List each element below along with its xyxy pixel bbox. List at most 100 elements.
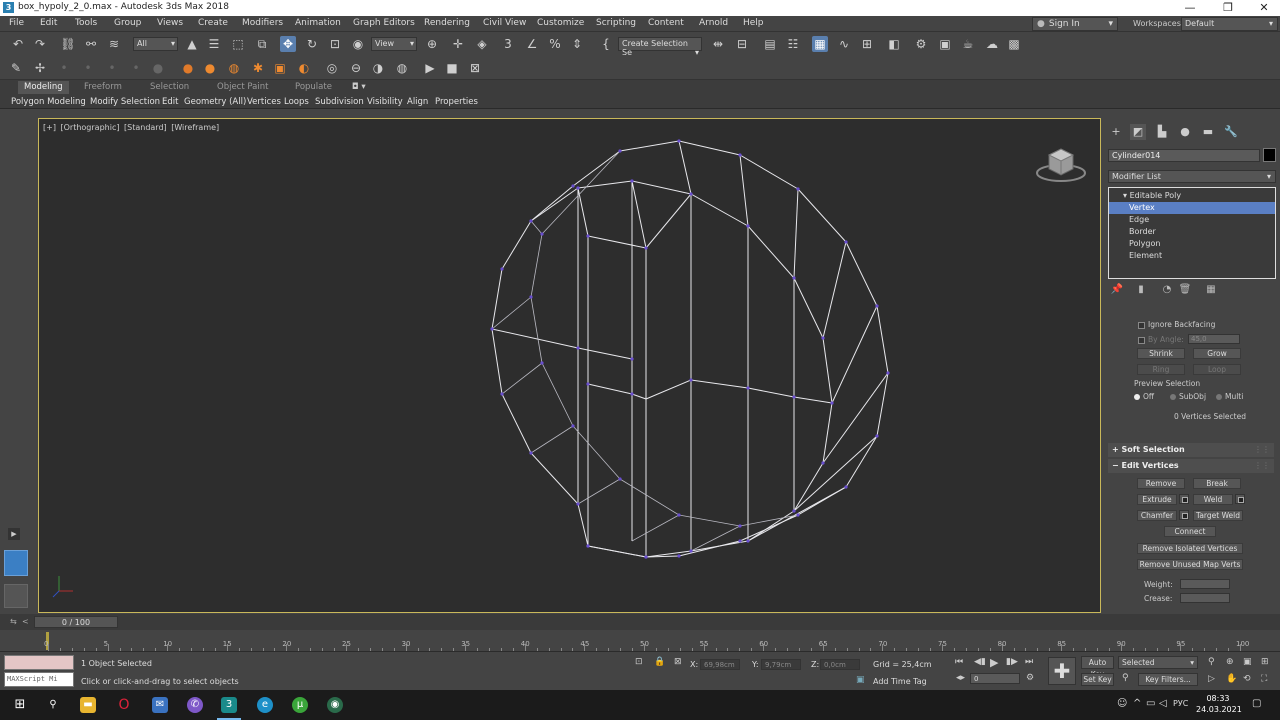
named-selection-dropdown[interactable]: Create Selection Se ▾	[618, 37, 702, 57]
crease-spinner[interactable]	[1180, 593, 1230, 603]
mesh-vertex[interactable]	[792, 509, 796, 513]
object-color-swatch[interactable]	[1263, 148, 1276, 162]
show-end-result-icon[interactable]: ▮	[1134, 284, 1148, 298]
viber-icon[interactable]: ✆	[187, 697, 203, 713]
tray-expand-icon[interactable]: ^	[1133, 698, 1141, 709]
schematic-view-icon[interactable]: ⊞	[859, 36, 875, 52]
time-slider[interactable]: 0 / 100	[34, 616, 118, 628]
prev-key-icon[interactable]: ◀▮	[974, 657, 986, 667]
mesh-vertex[interactable]	[529, 295, 533, 299]
stack-polygon[interactable]: Polygon	[1109, 238, 1275, 250]
mesh-vertex[interactable]	[830, 401, 834, 405]
menu-edit[interactable]: Edit	[40, 18, 57, 28]
make-unique-icon[interactable]: ◔	[1160, 284, 1174, 298]
menu-graph-editors[interactable]: Graph Editors	[353, 18, 415, 28]
stack-vertex[interactable]: Vertex	[1109, 202, 1275, 214]
file-explorer-icon[interactable]: ▬	[80, 697, 96, 713]
target-weld-button[interactable]: Target Weld	[1193, 510, 1243, 521]
preview-off-radio[interactable]: Off	[1134, 392, 1154, 401]
close-small-icon[interactable]: ⊠	[467, 60, 483, 76]
notifications-icon[interactable]: ▢	[1252, 698, 1261, 709]
break-button[interactable]: Break	[1193, 478, 1241, 489]
menu-modifiers[interactable]: Modifiers	[242, 18, 283, 28]
menu-arnold[interactable]: Arnold	[699, 18, 728, 28]
arnold-volume-icon[interactable]: ◐	[296, 60, 312, 76]
mesh-vertex[interactable]	[821, 336, 825, 340]
field-of-view-icon[interactable]: ▷	[1208, 674, 1215, 684]
stack-editable-poly[interactable]: ▾ Editable Poly	[1109, 190, 1275, 202]
mesh-vertex[interactable]	[576, 502, 580, 506]
zoom-extents-all-icon[interactable]: ⊞	[1261, 657, 1269, 667]
mesh-vertex[interactable]	[689, 378, 693, 382]
mesh-vertex[interactable]	[792, 395, 796, 399]
viewcube-icon[interactable]	[1035, 143, 1087, 183]
goto-start-icon[interactable]: ⏮	[955, 657, 963, 667]
network-icon[interactable]: ▭	[1146, 698, 1155, 709]
viewport-layout-active[interactable]	[4, 550, 28, 576]
spinner-snap-icon[interactable]: ⇕	[569, 36, 585, 52]
weld-button[interactable]: Weld	[1193, 494, 1233, 505]
unlink-icon[interactable]: ⚯	[83, 36, 99, 52]
soft-selection-rollout[interactable]: + Soft Selection ⋮⋮	[1108, 443, 1274, 457]
mesh-vertex[interactable]	[738, 539, 742, 543]
edit-vertices-rollout[interactable]: − Edit Vertices ⋮⋮	[1108, 459, 1274, 473]
key-mode-icon[interactable]: ◂▸	[956, 673, 965, 683]
time-tag-icon[interactable]: ▣	[856, 675, 865, 685]
menu-views[interactable]: Views	[157, 18, 183, 28]
mesh-vertex[interactable]	[630, 357, 634, 361]
windows-icon[interactable]: ⊞	[12, 697, 28, 713]
pan-icon[interactable]: ✋	[1226, 674, 1237, 684]
workspaces-select[interactable]: Default ▾	[1181, 17, 1278, 31]
mesh-vertex[interactable]	[644, 246, 648, 250]
by-angle-spinner[interactable]: 45,0	[1188, 334, 1240, 344]
curve-editor-icon[interactable]: ∿	[836, 36, 852, 52]
mesh-vertex[interactable]	[738, 153, 742, 157]
viewport[interactable]: [+] [Orthographic] [Standard] [Wireframe…	[38, 118, 1101, 613]
browser-icon[interactable]: ◉	[327, 697, 343, 713]
ring-button[interactable]: Ring	[1137, 364, 1185, 375]
menu-group[interactable]: Group	[114, 18, 141, 28]
set-key-big-button[interactable]: ✚	[1048, 657, 1076, 685]
ribbon-loops[interactable]: Loops	[284, 97, 309, 107]
ignore-backfacing-checkbox[interactable]: Ignore Backfacing	[1138, 320, 1215, 329]
mesh-vertex[interactable]	[630, 392, 634, 396]
add-time-tag-button[interactable]: Add Time Tag	[873, 677, 927, 686]
paint-select-icon[interactable]: ✢	[32, 60, 48, 76]
layer-explorer-icon[interactable]: ▤	[762, 36, 778, 52]
menu-create[interactable]: Create	[198, 18, 228, 28]
preview-multi-radio[interactable]: Multi	[1216, 392, 1243, 401]
extrude-settings-icon[interactable]	[1179, 494, 1189, 504]
mesh-vertex[interactable]	[821, 461, 825, 465]
zoom-icon[interactable]: ⚲	[1208, 657, 1215, 667]
track-bar[interactable]: 0 5 10 15 20 25 30 35 40 45 50 55 60 65 70 75 80 85 90 95 10…	[0, 630, 1280, 652]
connect-button[interactable]: Connect	[1164, 526, 1216, 537]
ribbon-align[interactable]: Align	[407, 97, 428, 107]
zoom-extents-icon[interactable]: ▣	[1243, 657, 1252, 667]
ribbon-edit[interactable]: Edit	[162, 97, 178, 107]
z-coordinate-field[interactable]: 0,0cm	[820, 659, 860, 670]
half-circle-icon[interactable]: ◑	[370, 60, 386, 76]
mirror-icon[interactable]: ⇹	[710, 36, 726, 52]
clock[interactable]: 08:33 24.03.2021	[1196, 693, 1242, 715]
torrent-icon[interactable]: μ	[292, 697, 308, 713]
angle-snap-icon[interactable]: ∠	[524, 36, 540, 52]
remove-unused-map-verts-button[interactable]: Remove Unused Map Verts	[1137, 559, 1243, 570]
stop-icon[interactable]: ■	[444, 60, 460, 76]
link-icon[interactable]: ⛓	[60, 36, 76, 52]
mesh-vertex[interactable]	[586, 544, 590, 548]
shrink-button[interactable]: Shrink	[1137, 348, 1185, 359]
mesh-vertex[interactable]	[746, 224, 750, 228]
mesh-vertex[interactable]	[500, 267, 504, 271]
search-icon[interactable]: ⚲	[45, 697, 61, 713]
mesh-vertex[interactable]	[644, 555, 648, 559]
mesh-vertex[interactable]	[886, 371, 890, 375]
restore-button[interactable]: ❐	[1210, 0, 1246, 16]
redo-icon[interactable]: ↷	[32, 36, 48, 52]
ribbon-visibility[interactable]: Visibility	[367, 97, 403, 107]
mesh-vertex[interactable]	[630, 179, 634, 183]
mesh-vertex[interactable]	[576, 186, 580, 190]
snaps-toggle-icon[interactable]: 3	[500, 36, 516, 52]
scene-explorer-icon[interactable]: ☷	[785, 36, 801, 52]
modifier-list-dropdown[interactable]: Modifier List ▾	[1108, 170, 1276, 183]
extrude-button[interactable]: Extrude	[1137, 494, 1177, 505]
